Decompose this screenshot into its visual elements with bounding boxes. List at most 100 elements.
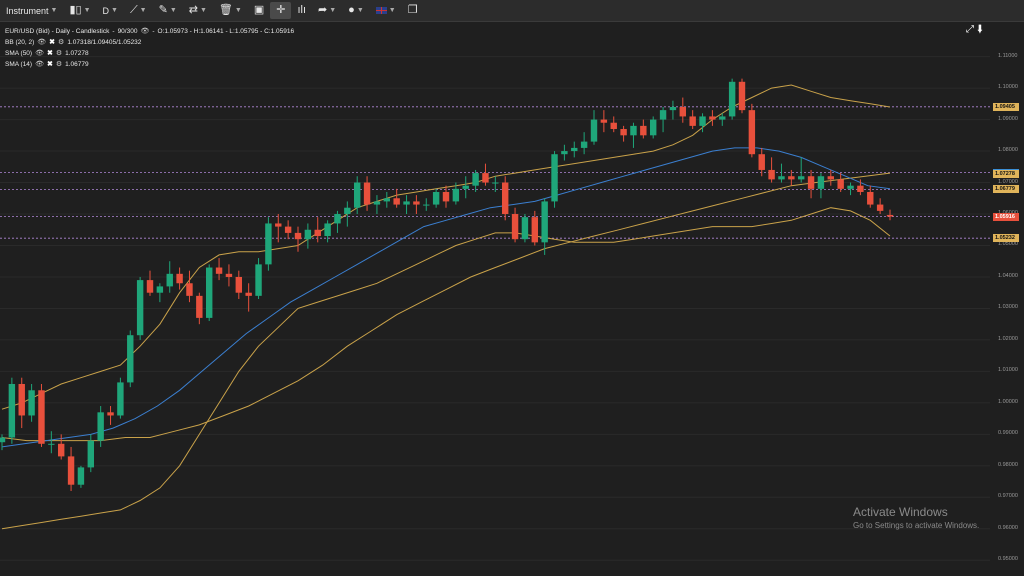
legend-sma14-value: 1.06779: [65, 61, 89, 68]
layout-button[interactable]: ▣: [248, 2, 270, 19]
candle-body: [215, 267, 223, 274]
candle-body: [452, 188, 460, 202]
candle-body: [778, 176, 785, 180]
legend-sma50-value: 1.07278: [65, 50, 89, 57]
legend-bars: 90/300: [117, 28, 138, 35]
share-dropdown[interactable]: ➦ ▼: [312, 2, 342, 19]
chevron-down-icon: ▼: [199, 7, 207, 14]
candle-body: [57, 443, 65, 457]
uk-flag-icon: [375, 7, 387, 14]
eye-icon[interactable]: 👁: [35, 59, 44, 70]
indicators-dropdown[interactable]: ⇄ ▼: [183, 2, 213, 19]
candle-body: [304, 229, 312, 240]
candle-body: [669, 106, 677, 111]
theme-dropdown[interactable]: ● ▼: [342, 2, 370, 19]
watermark-subtitle: Go to Settings to activate Windows.: [853, 521, 980, 530]
timeframe-label: D: [102, 5, 110, 16]
candle-body: [284, 226, 292, 233]
gear-icon[interactable]: ⚙: [56, 59, 62, 70]
eye-icon[interactable]: 👁: [140, 26, 149, 37]
price-label: 1.05916: [993, 212, 1019, 221]
arrow-icon: ➦: [318, 4, 328, 16]
indicators-icon: ⇄: [188, 4, 198, 16]
candle-body: [551, 154, 558, 202]
price-label: 1.07278: [993, 169, 1019, 178]
candle-body: [531, 217, 539, 243]
candle-body: [205, 267, 213, 318]
candle-body: [630, 125, 637, 136]
y-tick-label: 1.05000: [998, 241, 1018, 248]
candle-body: [699, 116, 706, 126]
chart-corner-controls: ⤢ ⬇: [966, 24, 983, 35]
candle-body: [413, 201, 420, 205]
candle-body: [817, 176, 825, 189]
candle-body: [521, 217, 529, 240]
candle-body: [225, 273, 233, 277]
candle-body: [827, 176, 835, 180]
y-tick-label: 1.01000: [998, 367, 1018, 374]
eye-icon[interactable]: 👁: [37, 37, 46, 48]
legend-sma14-row: SMA (14) 👁 ✖ ⚙ 1.06779: [5, 59, 294, 70]
candle-body: [649, 119, 657, 136]
y-tick-label: 1.02000: [998, 335, 1018, 342]
candle-body: [127, 335, 134, 383]
chevron-down-icon: ▼: [234, 7, 242, 14]
eye-icon[interactable]: 👁: [35, 48, 44, 59]
layout-icon: ▣: [253, 4, 265, 16]
price-label: 1.06779: [993, 185, 1019, 194]
timeframe-dropdown[interactable]: D ▼: [97, 2, 124, 19]
trendline-icon: ⟋: [129, 4, 138, 16]
download-icon[interactable]: ⬇: [977, 24, 983, 35]
candle-body: [136, 280, 144, 336]
chevron-down-icon: ▼: [111, 7, 118, 14]
language-dropdown[interactable]: ▼: [370, 2, 402, 19]
candle-body: [275, 223, 282, 227]
close-icon[interactable]: ✖: [47, 48, 53, 59]
expand-icon[interactable]: ⤢: [966, 24, 974, 35]
close-icon[interactable]: ✖: [47, 59, 53, 70]
candle-body: [344, 207, 351, 215]
price-chart[interactable]: [0, 22, 1024, 576]
chart-type-dropdown[interactable]: ▮▯ ▼: [63, 2, 96, 19]
candle-body: [600, 119, 608, 123]
y-tick-label: 0.96000: [998, 524, 1018, 531]
sma50-line: [1, 172, 891, 442]
candle-body: [117, 382, 124, 416]
drawing-tools-dropdown[interactable]: ⟋ ▼: [124, 2, 153, 19]
candle-body: [876, 204, 884, 211]
candle-body: [87, 440, 95, 468]
y-tick-label: 0.97000: [998, 493, 1018, 500]
y-tick-label: 1.03000: [998, 304, 1018, 311]
y-tick-label: 0.95000: [998, 556, 1018, 563]
candle-body: [176, 273, 183, 284]
candle-body: [8, 383, 16, 438]
candle-body: [255, 264, 262, 296]
instrument-label: Instrument: [6, 5, 49, 16]
legend-instrument-row: EUR/USD (Bid) - Daily - Candlestick - 90…: [5, 26, 295, 37]
candle-body: [571, 147, 578, 152]
candle-body: [580, 141, 588, 148]
candle-body: [196, 295, 203, 318]
toolbar: Instrument ▼ ▮▯ ▼ D ▼ ⟋ ▼ ✎ ▼ ⇄ ▼ 🗑 ▼ ▣ …: [0, 0, 1024, 22]
candle-body: [107, 412, 114, 416]
candle-body: [97, 412, 104, 441]
candle-body: [28, 390, 35, 416]
gear-icon[interactable]: ⚙: [58, 37, 64, 48]
instrument-dropdown[interactable]: Instrument ▼: [0, 2, 63, 19]
detach-window-button[interactable]: ❐: [402, 2, 424, 19]
candle-body: [146, 280, 154, 293]
crosshair-button[interactable]: ✛: [270, 2, 292, 19]
legend-sma50-name: SMA (50): [5, 50, 33, 57]
theme-icon: ●: [348, 4, 355, 16]
chart-type-button[interactable]: ılı: [291, 2, 312, 19]
candle-body: [324, 223, 331, 237]
candle-body: [383, 198, 391, 202]
candle-body: [18, 383, 25, 416]
delete-dropdown[interactable]: 🗑 ▼: [213, 2, 248, 19]
legend-bb-row: BB (20, 2) 👁 ✖ ⚙ 1.07318/1.09405/1.05232: [5, 37, 294, 48]
bb-upper-line: [1, 84, 891, 410]
gear-icon[interactable]: ⚙: [56, 48, 62, 59]
close-icon[interactable]: ✖: [49, 37, 55, 48]
measure-dropdown[interactable]: ✎ ▼: [153, 2, 183, 19]
window-icon: ❐: [407, 4, 418, 16]
